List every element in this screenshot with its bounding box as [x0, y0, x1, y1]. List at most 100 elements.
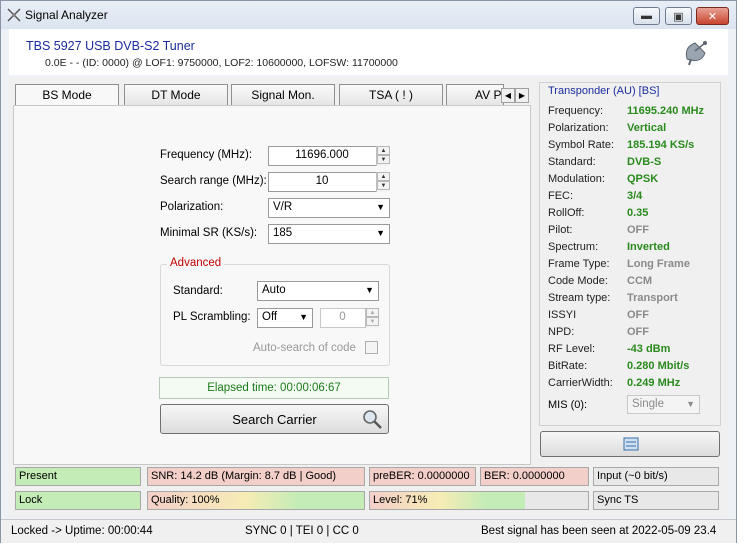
product-name: TBS 5927 USB DVB-S2 Tuner: [26, 39, 195, 53]
level-text: Level: 71%: [373, 494, 428, 506]
close-button[interactable]: ✕: [696, 7, 729, 25]
pl-code-input[interactable]: 0 ▲ ▼: [320, 308, 379, 328]
app-icon: [7, 8, 21, 22]
transponder-key: Modulation:: [548, 173, 605, 185]
advanced-group: Advanced Standard: Auto ▼ PL Scrambling:…: [160, 257, 390, 366]
search-range-input[interactable]: 10 ▲ ▼: [268, 172, 390, 192]
window-title: Signal Analyzer: [25, 8, 108, 22]
transponder-value: 11695.240 MHz: [627, 105, 705, 117]
transponder-value: QPSK: [627, 173, 659, 185]
standard-value: Auto: [262, 284, 286, 296]
transponder-row: Pilot: OFF: [548, 224, 718, 240]
client-area: BS Mode DT Mode Signal Mon. TSA ( ! ) AV…: [9, 77, 728, 517]
transponder-row: Standard: DVB-S: [548, 156, 718, 172]
transponder-row: CarrierWidth: 0.249 MHz: [548, 377, 718, 393]
transponder-value: OFF: [627, 326, 649, 338]
transponder-value: Long Frame: [627, 258, 690, 270]
tab-av[interactable]: AV P: [446, 84, 504, 106]
transponder-value: OFF: [627, 224, 649, 236]
minimal-sr-select[interactable]: 185 ▼: [268, 224, 390, 244]
search-carrier-button[interactable]: Search Carrier: [160, 404, 389, 434]
ber-indicator: BER: 0.0000000: [480, 467, 589, 486]
polarization-value: V/R: [273, 201, 293, 213]
tab-label: DT Mode: [151, 88, 201, 102]
standard-select[interactable]: Auto ▼: [257, 281, 379, 301]
frequency-spinner[interactable]: ▲ ▼: [376, 146, 390, 166]
preber-indicator: preBER: 0.0000000: [369, 467, 476, 486]
tab-tsa[interactable]: TSA ( ! ): [339, 84, 443, 106]
tab-scroll-left-button[interactable]: ◀: [501, 88, 515, 103]
transponder-key: Frequency:: [548, 105, 604, 117]
transponder-key: Standard:: [548, 156, 596, 168]
polarization-label: Polarization:: [160, 201, 224, 213]
pl-scrambling-label: PL Scrambling:: [173, 311, 251, 323]
minimal-sr-value: 185: [273, 227, 293, 239]
pl-code-spinner[interactable]: ▲ ▼: [365, 308, 379, 328]
transponder-value: Transport: [627, 292, 678, 304]
maximize-icon: ▣: [673, 10, 684, 23]
snr-indicator: SNR: 14.2 dB (Margin: 8.7 dB | Good): [147, 467, 365, 486]
input-text: Input (~0 bit/s): [597, 470, 668, 482]
transponder-row: RF Level: -43 dBm: [548, 343, 718, 359]
details-button[interactable]: [540, 431, 720, 457]
transponder-row: BitRate: 0.280 Mbit/s: [548, 360, 718, 376]
transponder-title: Transponder (AU) [BS]: [548, 85, 660, 97]
frequency-label: Frequency (MHz):: [160, 149, 253, 161]
maximize-button[interactable]: ▣: [665, 7, 692, 25]
best-signal-text: Best signal has been seen at 2022-05-09 …: [481, 525, 717, 537]
chevron-down-icon: ▼: [299, 312, 308, 322]
tab-bs-mode[interactable]: BS Mode: [15, 84, 119, 106]
transponder-value: CCM: [627, 275, 653, 287]
transponder-row: Code Mode: CCM: [548, 275, 718, 291]
advanced-title: Advanced: [167, 257, 225, 269]
autosearch-checkbox[interactable]: [365, 341, 378, 354]
frequency-input[interactable]: 11696.000 ▲ ▼: [268, 146, 390, 166]
transponder-row: Frequency: 11695.240 MHz: [548, 105, 718, 121]
transponder-key: CarrierWidth:: [548, 377, 613, 389]
tab-dt-mode[interactable]: DT Mode: [124, 84, 228, 106]
transponder-key: Code Mode:: [548, 275, 608, 287]
polarization-select[interactable]: V/R ▼: [268, 198, 390, 218]
tab-label: BS Mode: [42, 88, 92, 102]
quality-text: Quality: 100%: [151, 494, 220, 506]
tab-label: AV P: [475, 88, 502, 102]
present-text: Present: [19, 470, 57, 482]
tab-signal-mon[interactable]: Signal Mon.: [231, 84, 335, 106]
search-range-spinner[interactable]: ▲ ▼: [376, 172, 390, 192]
transponder-row: NPD: OFF: [548, 326, 718, 342]
elapsed-text: Elapsed time: 00:00:06:67: [207, 382, 341, 394]
transponder-key: Polarization:: [548, 122, 609, 134]
pl-scrambling-select[interactable]: Off ▼: [257, 308, 313, 328]
list-icon: [623, 437, 639, 451]
transponder-key: Symbol Rate:: [548, 139, 615, 151]
input-indicator: Input (~0 bit/s): [593, 467, 719, 486]
transponder-value: OFF: [627, 309, 649, 321]
bs-mode-panel: Frequency (MHz): 11696.000 ▲ ▼ Search ran…: [13, 105, 531, 465]
transponder-key: Stream type:: [548, 292, 611, 304]
tab-label: TSA ( ! ): [368, 88, 413, 102]
transponder-value: 0.249 MHz: [627, 377, 681, 389]
transponder-value: 3/4: [627, 190, 643, 202]
transponder-row: Symbol Rate: 185.194 KS/s: [548, 139, 718, 155]
transponder-key: NPD:: [548, 326, 575, 338]
minimize-button[interactable]: ▬: [633, 7, 660, 25]
transponder-row: Polarization: Vertical: [548, 122, 718, 138]
mis-select[interactable]: Single ▼: [627, 395, 700, 414]
transponder-panel: Transponder (AU) [BS] Frequency: 11695.24…: [539, 82, 721, 426]
frequency-value: 11696.000: [295, 149, 349, 161]
stream-counters: SYNC 0 | TEI 0 | CC 0: [245, 525, 359, 537]
mis-label: MIS (0):: [548, 399, 588, 411]
transponder-key: RF Level:: [548, 343, 596, 355]
level-bar: Level: 71%: [369, 491, 589, 510]
tab-label: Signal Mon.: [251, 88, 315, 102]
sync-ts-indicator: Sync TS: [593, 491, 719, 510]
tab-scroll-right-button[interactable]: ▶: [515, 88, 529, 103]
title-bar[interactable]: Signal Analyzer ▬ ▣ ✕: [1, 1, 736, 29]
device-header: TBS 5927 USB DVB-S2 Tuner 0.0E - - (ID: …: [9, 29, 728, 75]
autosearch-label: Auto-search of code: [253, 342, 356, 354]
pl-scrambling-value: Off: [262, 311, 278, 323]
chevron-down-icon: ▼: [376, 202, 385, 212]
chevron-down-icon: ▼: [365, 285, 374, 295]
mis-value: Single: [632, 398, 664, 410]
ber-text: BER: 0.0000000: [484, 470, 565, 482]
